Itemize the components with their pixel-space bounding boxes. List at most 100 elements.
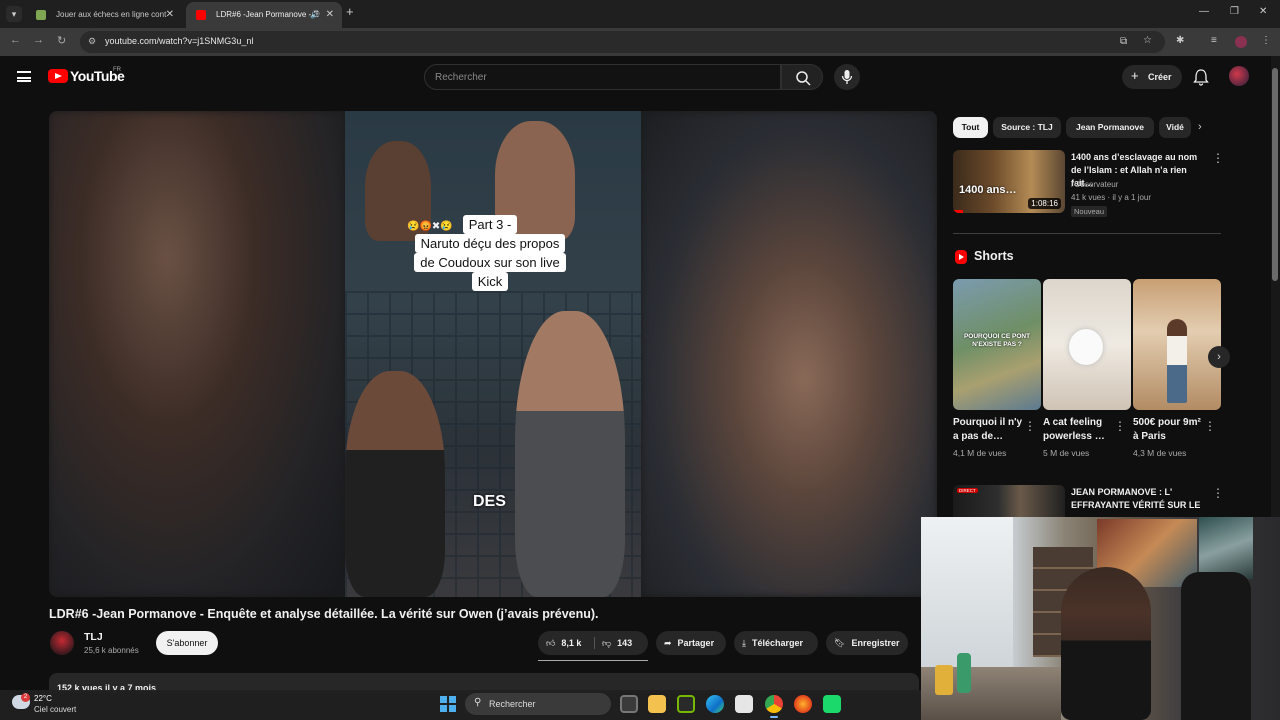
browser-tab-youtube[interactable]: LDR#6 -Jean Pormanove - E 🔊 ✕ <box>186 2 342 28</box>
account-avatar[interactable] <box>1229 66 1249 86</box>
close-window-icon[interactable]: ✕ <box>1259 6 1267 17</box>
chip-videos[interactable]: Vidé <box>1159 117 1191 138</box>
video-caption: Part 3 - Naruto déçu des propos de Coudo… <box>403 215 577 291</box>
firefox-icon[interactable] <box>794 695 812 713</box>
download-button[interactable]: ⤓ Télécharger <box>734 631 818 655</box>
taskbar-search[interactable]: ⚲ Rechercher <box>465 693 611 715</box>
address-bar[interactable]: ⚙ youtube.com/watch?v=j1SNMG3u_nl ⧉ ☆ <box>80 31 1165 53</box>
more-options-icon[interactable]: ⋮ <box>1204 419 1216 433</box>
channel-name[interactable]: TLJ <box>84 631 103 643</box>
site-info-icon[interactable]: ⚙ <box>88 36 100 48</box>
save-button[interactable]: 🔖︎ Enregistrer <box>826 631 908 655</box>
live-badge: DIRECT <box>957 488 978 493</box>
caption-line: Kick <box>471 272 509 291</box>
reload-icon[interactable]: ↻ <box>57 34 66 47</box>
short-title[interactable]: Pourquoi il n'y a pas de… <box>953 416 1027 444</box>
file-explorer-icon[interactable] <box>648 695 666 713</box>
browser-tabstrip: ▾ Jouer aux échecs en ligne cont ✕ LDR#6… <box>0 0 1280 28</box>
search-button[interactable] <box>781 64 823 90</box>
share-label: Partager <box>677 638 715 648</box>
create-button[interactable]: + Créer <box>1122 65 1182 89</box>
bookmark-star-icon[interactable]: ☆ <box>1143 35 1152 46</box>
shorts-heading: Shorts <box>974 249 1014 263</box>
url-text: youtube.com/watch?v=j1SNMG3u_nl <box>105 36 254 46</box>
like-button[interactable]: 👍︎ 8,1 k <box>546 631 581 655</box>
more-options-icon[interactable]: ⋮ <box>1024 419 1036 433</box>
recommended-title[interactable]: JEAN PORMANOVE : L' EFFRAYANTE VÉRITÉ SU… <box>1071 486 1209 512</box>
scrollbar-thumb[interactable] <box>1272 68 1278 281</box>
dislike-count: 143 <box>617 638 633 648</box>
weather-condition[interactable]: Ciel couvert <box>34 705 76 714</box>
video-frame: 😢😡✖😢 Part 3 - Naruto déçu des propos de … <box>345 111 641 597</box>
chrome-icon[interactable] <box>765 695 783 718</box>
close-tab-icon[interactable]: ✕ <box>166 2 174 27</box>
short-thumbnail[interactable] <box>1133 279 1221 410</box>
webcam-overlay <box>921 517 1280 720</box>
new-tab-button[interactable]: + <box>346 4 354 19</box>
more-options-icon[interactable]: ⋮ <box>1212 151 1224 165</box>
person-image <box>1167 319 1187 403</box>
weather-notification-badge: 2 <box>21 693 30 702</box>
forward-icon[interactable]: → <box>33 34 44 46</box>
chevron-right-icon[interactable]: › <box>1198 121 1202 133</box>
browser-menu-icon[interactable]: ⋮ <box>1261 35 1271 46</box>
shorts-icon <box>955 250 967 264</box>
recommended-thumbnail[interactable]: DIRECT <box>953 485 1065 517</box>
restore-icon[interactable]: ❐ <box>1230 6 1239 17</box>
more-options-icon[interactable]: ⋮ <box>1212 486 1224 500</box>
tab-search-button[interactable]: ▾ <box>6 6 22 22</box>
recommended-thumbnail[interactable]: 1400 ans… 1:08:16 <box>953 150 1065 213</box>
short-thumbnail-text: POURQUOI CE PONT N'EXISTE PAS ? <box>963 333 1031 348</box>
edge-icon[interactable] <box>706 695 724 713</box>
extensions-icon[interactable]: ✱ <box>1176 35 1184 46</box>
browser-tab-chess[interactable]: Jouer aux échecs en ligne cont ✕ <box>26 2 182 28</box>
app-icon[interactable] <box>823 695 841 713</box>
weather-temperature[interactable]: 22°C <box>34 694 52 703</box>
youtube-logo-icon[interactable] <box>48 69 68 83</box>
caption-line: Naruto déçu des propos <box>414 234 566 253</box>
channel-avatar[interactable] <box>50 631 74 655</box>
search-input[interactable]: Rechercher <box>424 64 781 90</box>
shorts-next-button[interactable]: › <box>1208 346 1230 368</box>
subscribe-button[interactable]: S'abonner <box>156 631 218 655</box>
recommended-channel[interactable]: l'Observateur <box>1071 180 1118 189</box>
video-title: LDR#6 -Jean Pormanove - Enquête et analy… <box>49 607 599 621</box>
subscriber-count: 25,6 k abonnés <box>84 646 139 655</box>
close-tab-icon[interactable]: ✕ <box>326 2 334 27</box>
short-thumbnail[interactable]: POURQUOI CE PONT N'EXISTE PAS ? <box>953 279 1041 410</box>
chip-source[interactable]: Source : TLJ <box>993 117 1061 138</box>
more-options-icon[interactable]: ⋮ <box>1114 419 1126 433</box>
video-player[interactable]: 😢😡✖😢 Part 3 - Naruto déçu des propos de … <box>49 111 937 597</box>
minimize-icon[interactable]: — <box>1199 6 1209 17</box>
short-title[interactable]: A cat feeling powerless … <box>1043 416 1117 444</box>
gaming-chair-image <box>1181 572 1251 720</box>
voice-search-button[interactable] <box>834 64 860 90</box>
notifications-bell-icon[interactable] <box>1193 68 1209 86</box>
person-figure <box>345 371 445 597</box>
task-view-icon[interactable] <box>620 695 638 713</box>
video-overlay-text: DES <box>473 493 506 510</box>
tab-title: LDR#6 -Jean Pormanove - E <box>216 10 319 19</box>
profile-icon[interactable] <box>1235 36 1247 48</box>
speaker-icon[interactable]: 🔊 <box>310 2 320 27</box>
video-blurred-background-right <box>641 111 937 597</box>
short-thumbnail[interactable] <box>1043 279 1131 410</box>
short-views: 4,3 M de vues <box>1133 448 1187 458</box>
media-controls-icon[interactable]: ≡ <box>1211 35 1217 46</box>
share-button[interactable]: ➦ Partager <box>656 631 726 655</box>
new-badge: Nouveau <box>1071 206 1108 217</box>
short-title[interactable]: 500€ pour 9m² à Paris <box>1133 416 1207 444</box>
back-icon[interactable]: ← <box>10 34 21 46</box>
store-icon[interactable] <box>735 695 753 713</box>
search-icon <box>796 71 811 86</box>
dislike-button[interactable]: 👎︎ 143 <box>602 631 632 655</box>
chip-jean-pormanove[interactable]: Jean Pormanove <box>1066 117 1154 138</box>
install-app-icon[interactable]: ⧉ <box>1120 36 1127 47</box>
windows-start-icon[interactable] <box>440 696 456 712</box>
divider <box>953 233 1221 234</box>
chip-all[interactable]: Tout <box>953 117 988 138</box>
menu-icon[interactable] <box>17 71 31 82</box>
bottle-image <box>957 653 971 693</box>
caption-line: de Coudoux sur son live <box>414 253 566 272</box>
nvidia-icon[interactable] <box>677 695 695 713</box>
